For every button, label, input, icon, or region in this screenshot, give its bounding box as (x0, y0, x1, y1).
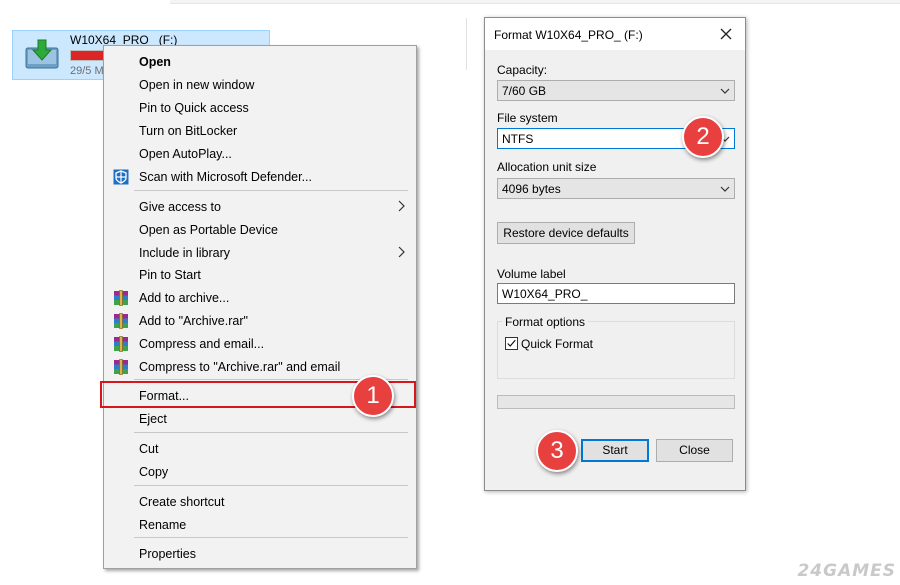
drive-usage-fill (71, 51, 105, 60)
menu-item-label: Rename (139, 518, 187, 532)
menu-item-label: Include in library (139, 246, 231, 260)
menu-item-label: Give access to (139, 200, 221, 214)
capacity-select[interactable]: 7/60 GB (497, 80, 735, 101)
menu-item-autoplay[interactable]: Open AutoPlay... (104, 143, 416, 165)
watermark-logo: 24GAMES (797, 561, 896, 581)
menu-item-label: Turn on BitLocker (139, 124, 238, 138)
menu-item-properties[interactable]: Properties (104, 543, 416, 565)
menu-item-label: Add to archive... (139, 291, 230, 305)
close-button[interactable]: Close (656, 439, 733, 462)
volume-label-label: Volume label (497, 267, 566, 281)
format-progress-bar (497, 395, 735, 409)
menu-item-label: Open (139, 55, 171, 69)
menu-item-label: Properties (139, 547, 196, 561)
winrar-icon (114, 336, 128, 352)
menu-item-label: Compress to "Archive.rar" and email (139, 360, 341, 374)
menu-item-pin-quick-access[interactable]: Pin to Quick access (104, 97, 416, 119)
quick-format-checkbox[interactable] (505, 337, 518, 350)
menu-item-label: Open in new window (139, 78, 255, 92)
pane-divider (466, 18, 467, 70)
close-icon[interactable] (717, 25, 735, 43)
menu-item-give-access[interactable]: Give access to (104, 196, 416, 218)
menu-separator (134, 190, 408, 191)
winrar-icon (114, 290, 128, 306)
format-dialog: Format W10X64_PRO_ (F:) Capacity: 7/60 G… (484, 17, 746, 491)
usb-drive-icon (25, 39, 59, 69)
capacity-label: Capacity: (497, 63, 548, 77)
menu-item-label: Compress and email... (139, 337, 265, 351)
start-button[interactable]: Start (581, 439, 649, 462)
menu-separator (134, 485, 408, 486)
chevron-down-icon (720, 186, 730, 192)
drive-size-text: 29/5 M (70, 65, 104, 77)
volume-label-input[interactable] (497, 283, 735, 304)
file-system-label: File system (497, 111, 558, 125)
menu-item-create-shortcut[interactable]: Create shortcut (104, 491, 416, 513)
menu-item-label: Open AutoPlay... (139, 147, 232, 161)
menu-item-label: Copy (139, 465, 169, 479)
step-1-badge: 1 (352, 375, 394, 417)
menu-separator (134, 537, 408, 538)
menu-item-compress-email[interactable]: Compress and email... (104, 333, 416, 355)
menu-item-add-archive-rar[interactable]: Add to "Archive.rar" (104, 310, 416, 332)
chevron-right-icon (398, 246, 405, 258)
step-3-badge: 3 (536, 430, 578, 472)
menu-item-label: Eject (139, 412, 167, 426)
winrar-icon (114, 359, 128, 375)
allocation-value: 4096 bytes (502, 182, 561, 196)
menu-item-scan-defender[interactable]: Scan with Microsoft Defender... (104, 166, 416, 188)
menu-item-label: Cut (139, 442, 159, 456)
menu-item-label: Create shortcut (139, 495, 225, 509)
checkmark-icon (507, 339, 516, 347)
address-bar-edge (170, 0, 900, 4)
menu-item-label: Open as Portable Device (139, 223, 278, 237)
menu-item-label: Add to "Archive.rar" (139, 314, 248, 328)
allocation-select[interactable]: 4096 bytes (497, 178, 735, 199)
dialog-title: Format W10X64_PRO_ (F:) (494, 28, 643, 42)
menu-separator (134, 432, 408, 433)
chevron-right-icon (398, 200, 405, 212)
menu-item-open-new-window[interactable]: Open in new window (104, 74, 416, 96)
menu-item-bitlocker[interactable]: Turn on BitLocker (104, 120, 416, 142)
capacity-value: 7/60 GB (502, 84, 547, 98)
menu-item-copy[interactable]: Copy (104, 461, 416, 483)
format-options-label: Format options (502, 315, 589, 329)
menu-item-label: Pin to Quick access (139, 101, 249, 115)
quick-format-label[interactable]: Quick Format (521, 337, 593, 351)
winrar-icon (114, 313, 128, 329)
menu-item-open[interactable]: Open (104, 51, 416, 73)
restore-defaults-button[interactable]: Restore device defaults (497, 222, 635, 244)
menu-item-pin-start[interactable]: Pin to Start (104, 264, 416, 286)
step-2-badge: 2 (682, 116, 724, 158)
menu-item-label: Pin to Start (139, 268, 201, 282)
allocation-label: Allocation unit size (497, 160, 597, 174)
file-system-value: NTFS (502, 132, 534, 146)
context-menu: Open Open in new window Pin to Quick acces… (103, 45, 417, 569)
menu-item-rename[interactable]: Rename (104, 514, 416, 536)
defender-shield-icon (113, 169, 129, 185)
chevron-down-icon (720, 88, 730, 94)
menu-item-cut[interactable]: Cut (104, 438, 416, 460)
menu-item-include-library[interactable]: Include in library (104, 242, 416, 264)
menu-item-add-archive[interactable]: Add to archive... (104, 287, 416, 309)
menu-item-open-portable[interactable]: Open as Portable Device (104, 219, 416, 241)
menu-item-label: Scan with Microsoft Defender... (139, 170, 312, 184)
